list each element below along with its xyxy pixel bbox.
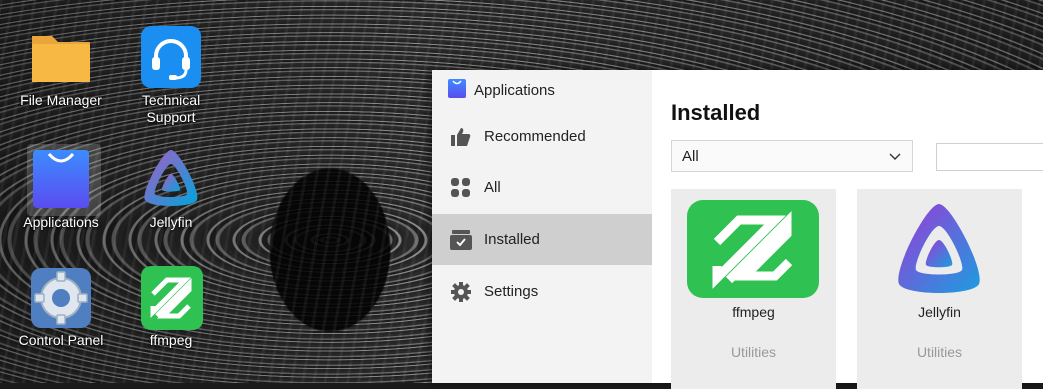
desktop-icon-label: Technical Support [141,92,201,125]
sidebar: Applications Recommended All Installed S… [432,70,652,383]
ffmpeg-icon [139,266,203,330]
app-card-category: Utilities [916,344,963,360]
nav-item-label: Settings [484,283,539,300]
shopping-bag-icon [29,148,93,212]
folder-icon [29,26,93,90]
desktop-icon-applications[interactable]: Applications [11,144,111,231]
applications-window: Applications Recommended All Installed S… [432,70,1043,389]
app-card-name: Jellyfin [918,304,961,320]
desktop-icon-label: ffmpeg [149,332,193,348]
chevron-down-icon [888,149,902,167]
desktop-icon-label: Applications [23,214,99,230]
page-title: Installed [671,100,761,125]
desktop-icon-label: Jellyfin [149,214,193,230]
desktop-icon-control-panel[interactable]: Control Panel [11,266,111,349]
desktop-icon-ffmpeg[interactable]: ffmpeg [121,266,221,349]
grid-icon [450,177,472,199]
nav-item-all[interactable]: All [432,162,652,213]
app-card-ffmpeg[interactable]: ffmpeg Utilities [671,189,836,389]
headset-icon [139,26,203,90]
nav-item-recommended[interactable]: Recommended [432,111,652,162]
main-content: Installed All ffmpeg Utilities Jellyfin … [652,70,1043,389]
desktop-icon-label: File Manager [20,92,102,108]
window-title: Applications [448,79,555,101]
jellyfin-icon [139,148,203,212]
desktop-icon-file-manager[interactable]: File Manager [11,26,111,109]
jellyfin-icon [873,200,1005,298]
window-title-text: Applications [474,81,555,99]
nav-item-installed[interactable]: Installed [432,214,652,265]
nav-item-label: Installed [484,231,540,248]
nav-item-settings[interactable]: Settings [432,266,652,317]
category-filter-select[interactable]: All [671,140,913,172]
app-card-category: Utilities [730,344,777,360]
installed-box-icon [450,229,472,251]
category-filter-value: All [682,147,699,165]
app-card-name: ffmpeg [732,304,775,320]
thumbs-up-icon [450,126,472,148]
gear-icon [29,266,93,330]
search-input[interactable] [936,143,1043,171]
gear-icon [450,281,472,303]
desktop-icon-technical-support[interactable]: Technical Support [121,26,221,126]
nav-item-label: All [484,179,501,196]
desktop-icon-jellyfin[interactable]: Jellyfin [121,148,221,231]
app-card-jellyfin[interactable]: Jellyfin Utilities [857,189,1022,389]
nav-item-label: Recommended [484,128,586,145]
desktop-icon-label: Control Panel [18,332,104,348]
shopping-bag-icon [448,78,466,102]
ffmpeg-icon [687,200,819,298]
